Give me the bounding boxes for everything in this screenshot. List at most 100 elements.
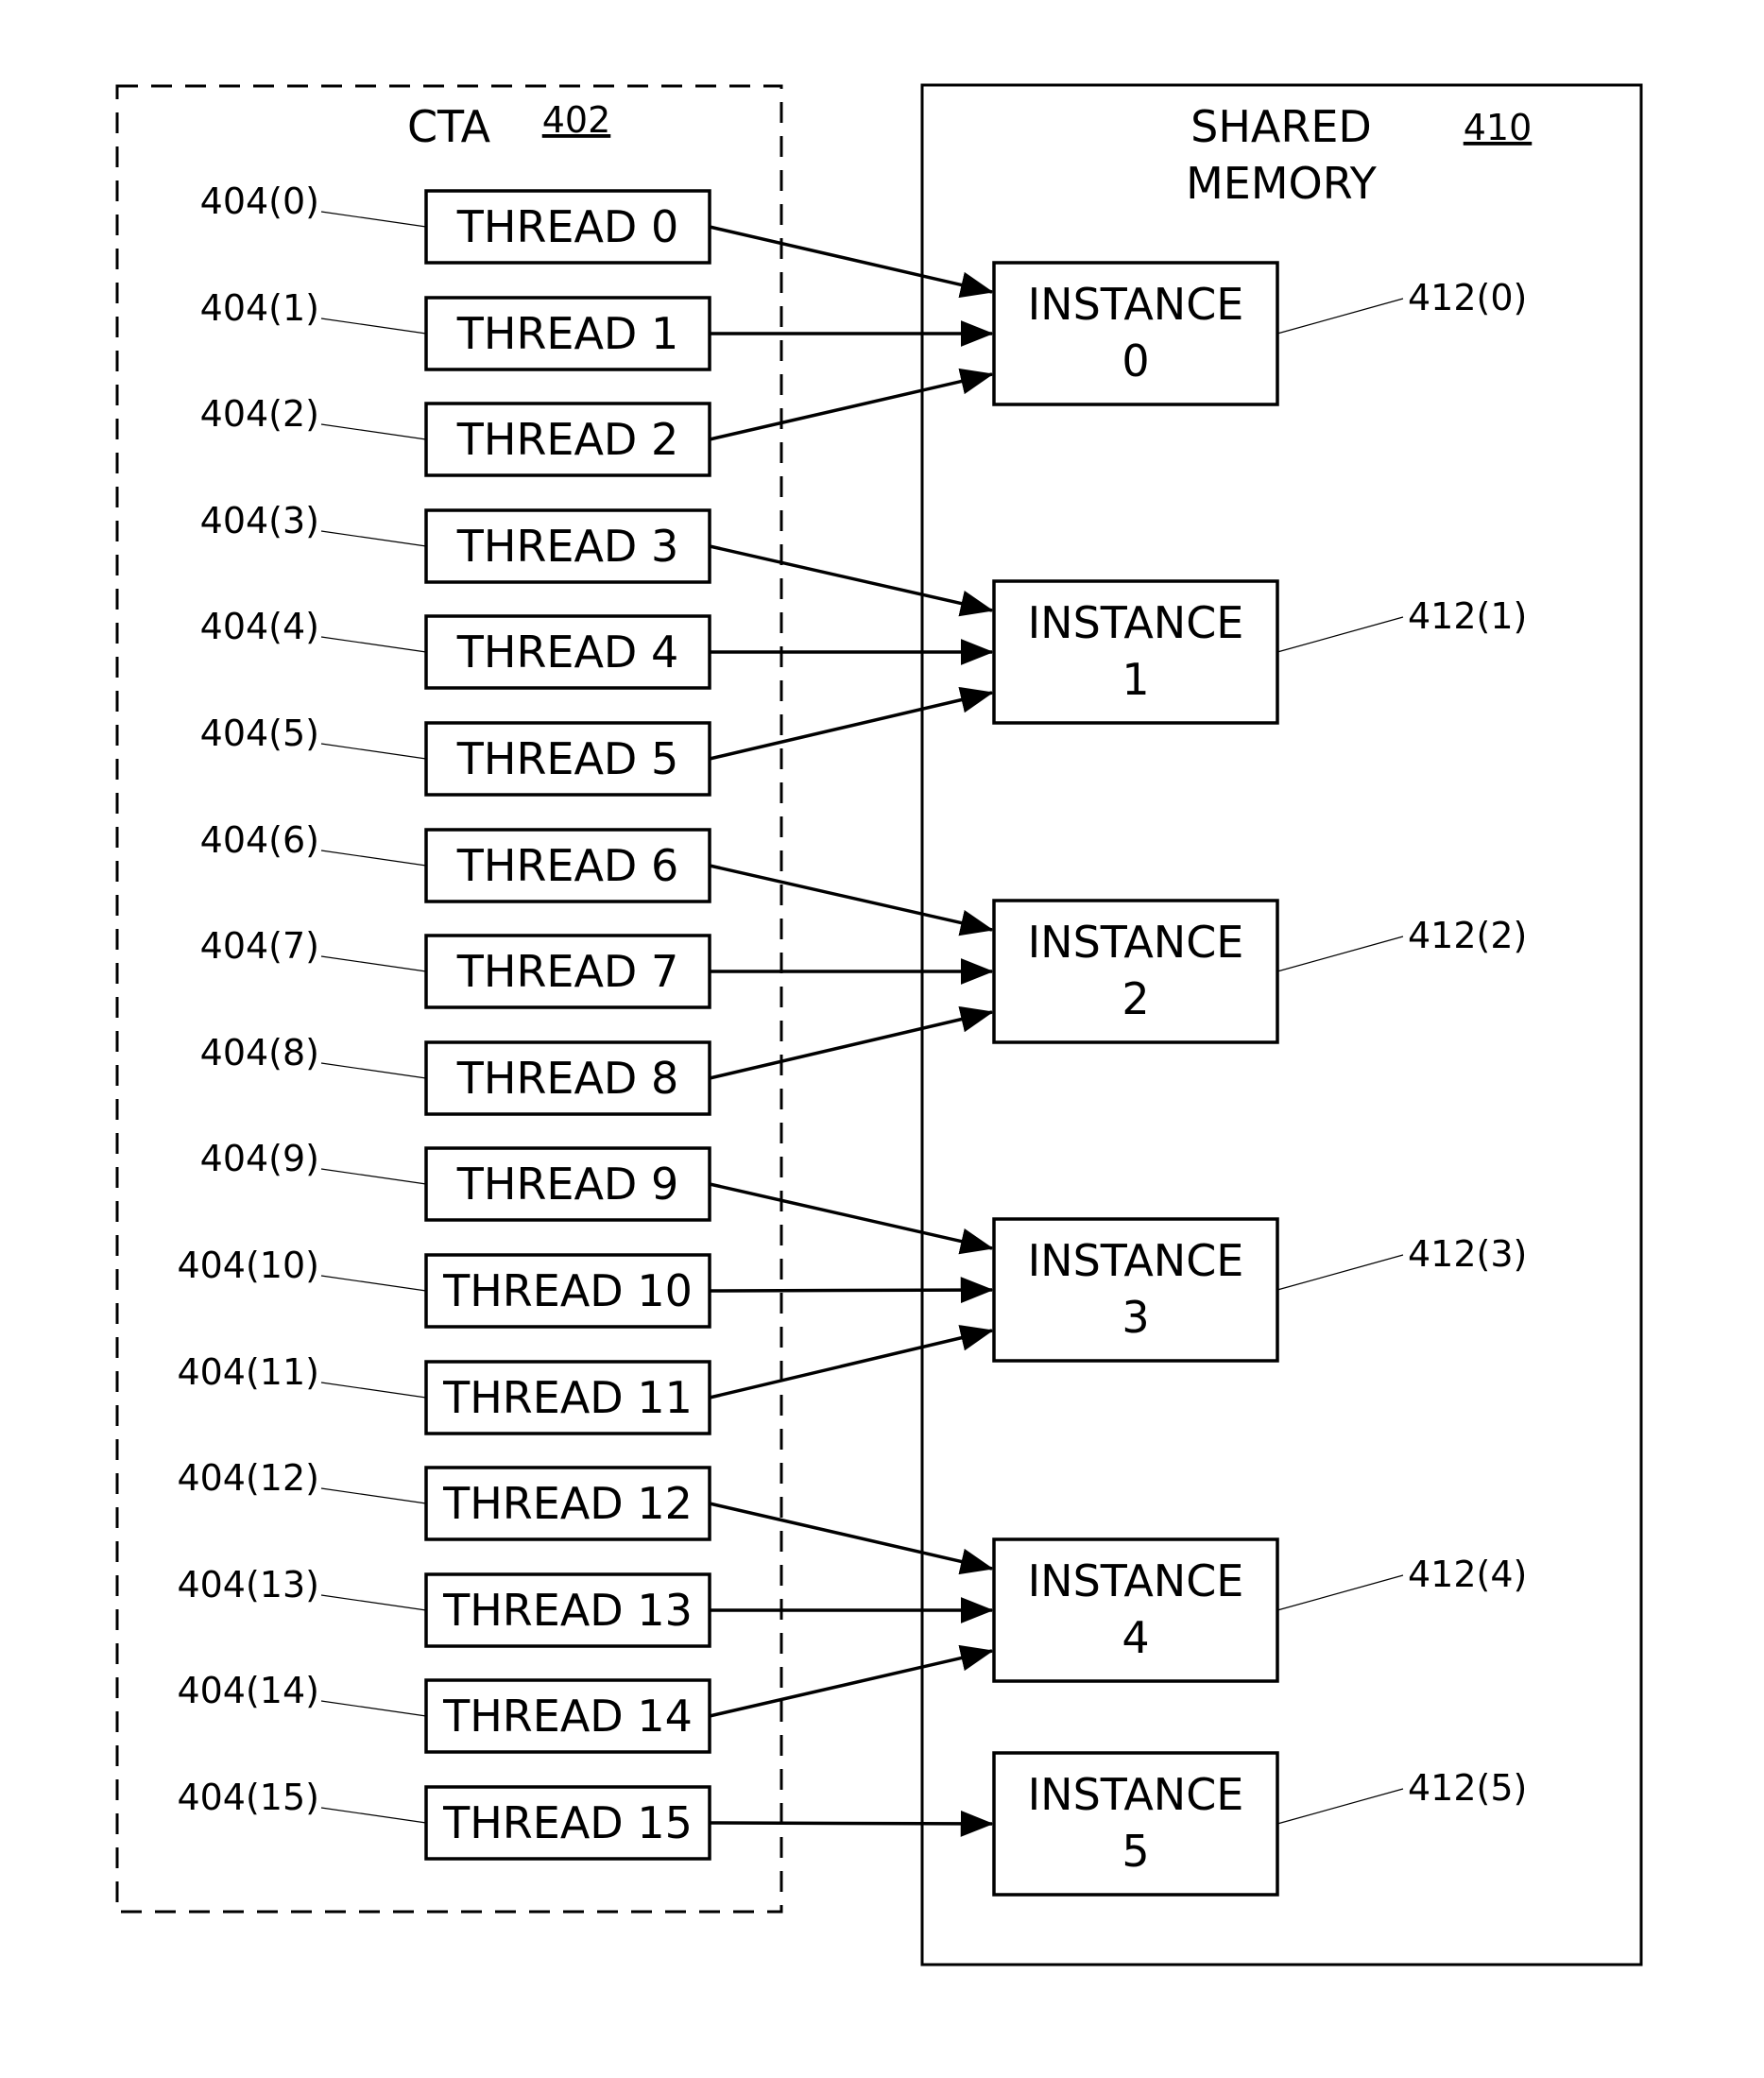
thread-label: THREAD 9: [456, 1159, 679, 1210]
thread-label: THREAD 15: [442, 1797, 693, 1848]
instance-leader-line: [1276, 1574, 1404, 1611]
thread-label: THREAD 0: [456, 201, 679, 252]
thread-leader-line: [320, 850, 427, 867]
shared-memory-ref: 410: [1464, 107, 1533, 148]
thread-to-instance-arrow: [709, 544, 994, 617]
instance-label-line2: 4: [1122, 1612, 1149, 1663]
thread-label: THREAD 13: [442, 1585, 693, 1636]
thread-leader-line: [320, 1382, 427, 1399]
shared-memory-title-line2: MEMORY: [1186, 158, 1378, 209]
cta-ref: 402: [542, 99, 611, 141]
instance-ref-label: 412(1): [1408, 595, 1527, 637]
thread-to-instance-arrow: [709, 1810, 994, 1837]
thread-ref-label: 404(12): [177, 1457, 319, 1499]
instance-ref-label: 412(2): [1408, 915, 1527, 956]
thread-label: THREAD 2: [456, 414, 679, 465]
thread-ref-label: 404(2): [200, 393, 319, 435]
instance-box: INSTANCE 4 412(4): [992, 1537, 1527, 1683]
instance-leader-line: [1276, 1254, 1404, 1291]
thread-ref-label: 404(0): [200, 180, 319, 222]
thread-ref-label: 404(6): [200, 819, 319, 861]
thread-list: THREAD 0 404(0) THREAD 1 404(1) THREAD 2 404(…: [177, 180, 711, 1861]
thread-label: THREAD 8: [456, 1053, 679, 1104]
instance-ref-label: 412(5): [1408, 1767, 1527, 1809]
instance-leader-line: [1276, 1788, 1404, 1825]
thread-ref-label: 404(9): [200, 1138, 319, 1179]
instance-list: INSTANCE0412(0) INSTANCE 1 412(1) INSTANCE24…: [992, 261, 1527, 1897]
thread-box: THREAD 9 404(9): [200, 1138, 711, 1222]
thread-leader-line: [320, 1807, 427, 1824]
thread-leader-line: [320, 1700, 427, 1717]
instance-label-line1: INSTANCE: [1028, 597, 1244, 648]
thread-leader-line: [320, 1487, 427, 1504]
thread-box: THREAD 10 404(10): [177, 1245, 711, 1329]
instance-ref-label: 412(4): [1408, 1554, 1527, 1595]
instance-ref-label: 412(0): [1408, 277, 1527, 318]
shared-memory-title-line1: SHARED: [1190, 101, 1372, 152]
thread-leader-line: [320, 743, 427, 760]
arrow-list: [709, 225, 994, 1837]
thread-to-instance-arrow: [709, 1644, 994, 1718]
instance-leader-line: [1276, 298, 1404, 335]
thread-box: THREAD 15 404(15): [177, 1777, 711, 1861]
thread-box: THREAD 0 404(0): [200, 180, 711, 265]
thread-leader-line: [320, 1168, 427, 1185]
thread-leader-line: [320, 530, 427, 547]
instance-leader-line: [1276, 616, 1404, 653]
thread-to-instance-arrow: [709, 1277, 994, 1304]
thread-box: THREAD 2 404(2): [200, 393, 711, 477]
thread-leader-line: [320, 423, 427, 440]
thread-to-instance-arrow: [709, 1005, 994, 1080]
instance-box: INSTANCE0 412(0): [992, 261, 1527, 406]
thread-to-instance-arrow: [709, 1182, 994, 1255]
thread-label: THREAD 14: [442, 1691, 693, 1742]
thread-to-instance-arrow: [709, 1502, 994, 1575]
thread-box: THREAD 4 404(4): [200, 606, 711, 690]
thread-leader-line: [320, 955, 427, 972]
thread-label: THREAD 6: [456, 840, 679, 891]
thread-leader-line: [320, 318, 427, 335]
cta-title: CTA: [407, 101, 491, 152]
thread-label: THREAD 11: [442, 1372, 693, 1423]
shared-memory-group: SHARED MEMORY 410 INSTANCE0412(0)INSTANC…: [920, 83, 1643, 1966]
instance-label-line1: INSTANCE: [1028, 917, 1244, 968]
thread-box: THREAD 8 404(8): [200, 1032, 711, 1116]
thread-to-instance-arrow: [709, 686, 994, 761]
thread-ref-label: 404(13): [177, 1564, 319, 1606]
instance-ref-label: 412(3): [1408, 1233, 1527, 1275]
instance-box: INSTANCE2 412(2): [992, 899, 1527, 1044]
thread-ref-label: 404(5): [200, 713, 319, 754]
cta-shared-memory-diagram: CTA 402 THREAD 0404(0)THREAD 1404(1)THRE…: [115, 83, 1643, 1966]
thread-ref-label: 404(4): [200, 606, 319, 647]
instance-label-line2: 1: [1122, 654, 1149, 705]
instance-label-line1: INSTANCE: [1028, 1769, 1244, 1820]
thread-ref-label: 404(10): [177, 1245, 319, 1286]
thread-ref-label: 404(3): [200, 500, 319, 541]
thread-to-instance-arrow: [709, 864, 994, 936]
instance-label-line2: 3: [1122, 1292, 1149, 1343]
thread-box: THREAD 7 404(7): [200, 925, 711, 1009]
thread-to-instance-arrow: [709, 1325, 994, 1400]
thread-box: THREAD 3 404(3): [200, 500, 711, 584]
thread-label: THREAD 1: [456, 308, 679, 359]
thread-box: THREAD 14 404(14): [177, 1670, 711, 1754]
thread-label: THREAD 4: [456, 627, 679, 678]
cta-group: CTA 402 THREAD 0404(0)THREAD 1404(1)THRE…: [115, 84, 783, 1914]
thread-leader-line: [320, 1275, 427, 1292]
instance-leader-line: [1276, 936, 1404, 972]
instance-label-line2: 5: [1122, 1826, 1149, 1877]
thread-box: THREAD 12 404(12): [177, 1457, 711, 1541]
thread-ref-label: 404(14): [177, 1670, 319, 1711]
instance-box: INSTANCE 1 412(1): [992, 579, 1527, 725]
instance-label-line1: INSTANCE: [1028, 1555, 1244, 1606]
thread-leader-line: [320, 636, 427, 653]
thread-ref-label: 404(15): [177, 1777, 319, 1818]
thread-to-instance-arrow: [709, 225, 994, 299]
thread-ref-label: 404(8): [200, 1032, 319, 1073]
thread-leader-line: [320, 1062, 427, 1079]
thread-to-instance-arrow: [709, 368, 994, 441]
thread-box: THREAD 5 404(5): [200, 713, 711, 797]
thread-leader-line: [320, 211, 427, 228]
thread-label: THREAD 5: [456, 733, 679, 784]
thread-label: THREAD 12: [442, 1478, 693, 1529]
